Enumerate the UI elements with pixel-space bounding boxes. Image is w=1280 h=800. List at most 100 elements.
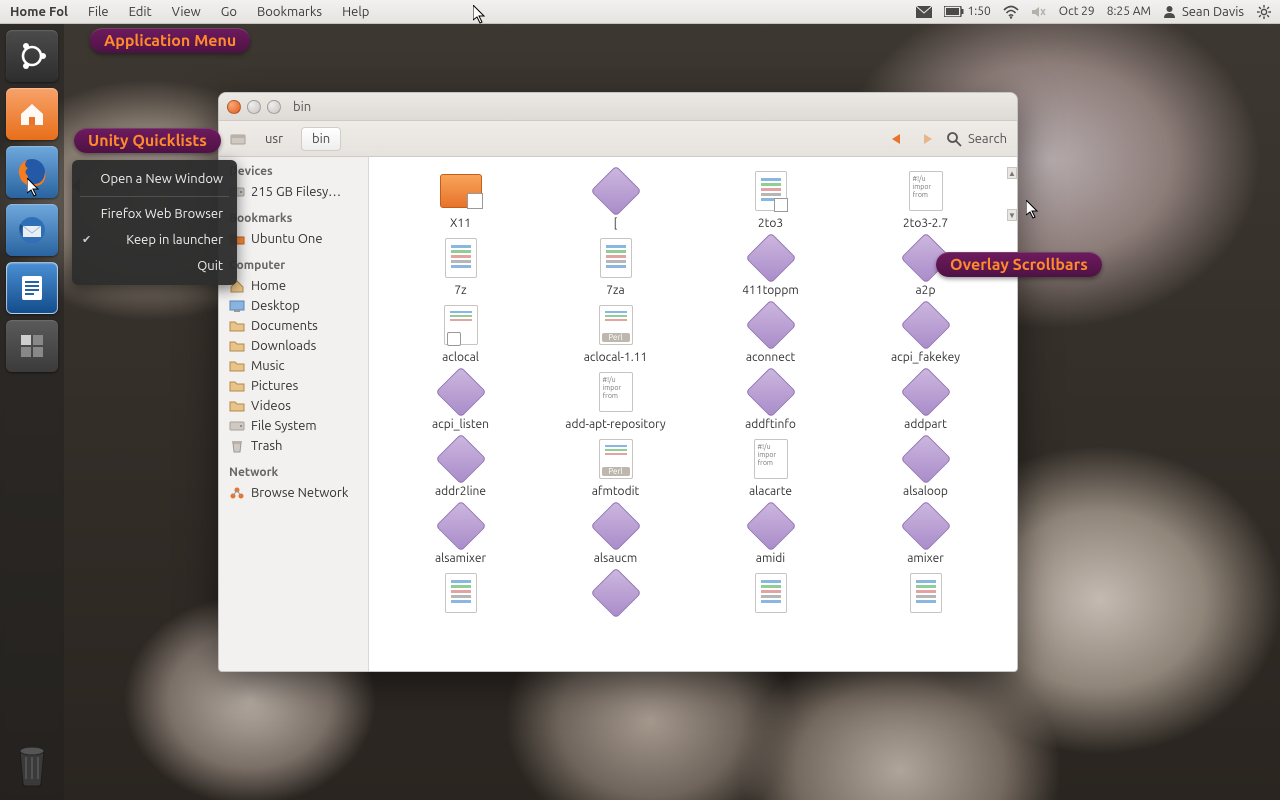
file-item[interactable]: amidi (693, 504, 848, 565)
file-diamond-icon (749, 303, 793, 347)
sidebar-item[interactable]: Music (225, 356, 362, 376)
launcher-ubuntu-dash[interactable] (6, 30, 58, 82)
time-label[interactable]: 8:25 AM (1107, 5, 1151, 18)
file-label: aclocal-1.11 (584, 351, 648, 364)
file-label: 2to3 (758, 217, 783, 230)
file-item[interactable]: 7za (538, 236, 693, 297)
firefox-quicklist: Open a New Window Firefox Web Browser Ke… (72, 160, 237, 285)
file-label: addftinfo (745, 418, 796, 431)
launcher-writer[interactable] (6, 262, 58, 314)
nav-back-button[interactable] (886, 128, 908, 150)
sidebar-item[interactable]: Downloads (225, 336, 362, 356)
menu-file[interactable]: File (78, 1, 119, 23)
drive-icon (229, 419, 245, 433)
file-item[interactable]: alsaloop (848, 437, 1003, 498)
file-item[interactable]: 7z (383, 236, 538, 297)
menu-go[interactable]: Go (211, 1, 247, 23)
search-button[interactable]: Search (946, 131, 1007, 147)
file-item[interactable] (383, 571, 538, 619)
file-item[interactable]: afmtodit (538, 437, 693, 498)
sidebar-item-label: Videos (251, 399, 291, 413)
file-item[interactable]: aconnect (693, 303, 848, 364)
launcher-workspace-switcher[interactable] (6, 320, 58, 372)
sidebar-item-label: Music (251, 359, 285, 373)
file-grid-view[interactable]: X11[2to3 #!/u impor from2to3-2.7 7z7za411t… (369, 157, 1017, 671)
window-titlebar[interactable]: bin (219, 93, 1017, 121)
file-label: addr2line (435, 485, 486, 498)
window-minimize-button[interactable] (247, 100, 261, 114)
window-close-button[interactable] (227, 100, 241, 114)
sidebar-item-label: File System (251, 419, 317, 433)
file-item[interactable]: #!/u impor from2to3-2.7 (848, 169, 1003, 230)
user-menu[interactable]: Sean Davis (1163, 5, 1244, 19)
crumb-usr[interactable]: usr (255, 128, 293, 150)
volume-muted-icon[interactable] (1031, 5, 1047, 19)
launcher-home[interactable] (6, 88, 58, 140)
sidebar-item[interactable]: Pictures (225, 376, 362, 396)
file-item[interactable]: X11 (383, 169, 538, 230)
callout-quicklists: Unity Quicklists (74, 128, 221, 153)
launcher-firefox[interactable] (6, 146, 58, 198)
crumb-bin[interactable]: bin (301, 127, 341, 151)
file-label: acpi_fakekey (891, 351, 960, 364)
folder-icon (229, 339, 245, 353)
file-label: add-apt-repository (565, 418, 665, 431)
network-wifi-icon[interactable] (1003, 5, 1019, 19)
sidebar-item[interactable]: File System (225, 416, 362, 436)
file-script-icon: #!/u impor from (594, 370, 638, 414)
file-item[interactable]: aclocal-1.11 (538, 303, 693, 364)
file-item[interactable] (693, 571, 848, 619)
system-gear-icon[interactable] (1256, 5, 1272, 19)
file-item[interactable]: #!/u impor from add-apt-repository (538, 370, 693, 431)
sidebar-item[interactable]: Documents (225, 316, 362, 336)
ql-open-new-window[interactable]: Open a New Window (72, 166, 237, 192)
ql-app-name[interactable]: Firefox Web Browser (72, 201, 237, 227)
file-item[interactable]: addpart (848, 370, 1003, 431)
menu-edit[interactable]: Edit (119, 1, 162, 23)
sidebar-item[interactable]: 215 GB Filesy… (225, 182, 362, 202)
path-root-icon[interactable] (229, 132, 247, 146)
file-item[interactable]: 2to3 (693, 169, 848, 230)
file-item[interactable]: 411toppm (693, 236, 848, 297)
file-item[interactable]: #!/u impor fromalacarte (693, 437, 848, 498)
file-item[interactable]: addr2line (383, 437, 538, 498)
sidebar-item[interactable]: Videos (225, 396, 362, 416)
scroll-down-button[interactable]: ▼ (1007, 209, 1017, 221)
file-item[interactable]: acpi_listen (383, 370, 538, 431)
file-item[interactable]: amixer (848, 504, 1003, 565)
folder-icon (229, 359, 245, 373)
sidebar-item[interactable]: Browse Network (225, 483, 362, 503)
menu-help[interactable]: Help (332, 1, 379, 23)
overlay-scrollbar[interactable]: ▲ ▼ (1007, 167, 1017, 221)
ql-quit[interactable]: Quit (72, 253, 237, 279)
file-item[interactable]: [ (538, 169, 693, 230)
nav-forward-button[interactable] (916, 128, 938, 150)
file-item[interactable]: aclocal (383, 303, 538, 364)
launcher-trash[interactable] (6, 738, 58, 790)
menu-view[interactable]: View (162, 1, 211, 23)
scroll-up-button[interactable]: ▲ (1007, 167, 1017, 179)
file-item[interactable]: alsamixer (383, 504, 538, 565)
sidebar-item[interactable]: Trash (225, 436, 362, 456)
launcher-thunderbird[interactable] (6, 204, 58, 256)
sidebar-item-label: Browse Network (251, 486, 348, 500)
sidebar-item[interactable]: Desktop (225, 296, 362, 316)
mail-indicator-icon[interactable] (916, 5, 932, 19)
file-diamond-icon (439, 370, 483, 414)
battery-indicator[interactable]: 1:50 (944, 5, 991, 18)
file-item[interactable]: addftinfo (693, 370, 848, 431)
file-item[interactable]: acpi_fakekey (848, 303, 1003, 364)
file-folder-icon (439, 169, 483, 213)
date-label[interactable]: Oct 29 (1059, 5, 1095, 18)
sidebar-item[interactable]: Ubuntu One (225, 229, 362, 249)
file-item[interactable] (538, 571, 693, 619)
folder-icon (229, 379, 245, 393)
window-maximize-button[interactable] (267, 100, 281, 114)
menu-bookmarks[interactable]: Bookmarks (247, 1, 332, 23)
file-item[interactable]: alsaucm (538, 504, 693, 565)
file-item[interactable] (848, 571, 1003, 619)
file-perl-icon (594, 437, 638, 481)
ql-keep-in-launcher[interactable]: Keep in launcher (72, 227, 237, 253)
sidebar-item[interactable]: Home (225, 276, 362, 296)
file-diamond-icon (749, 370, 793, 414)
